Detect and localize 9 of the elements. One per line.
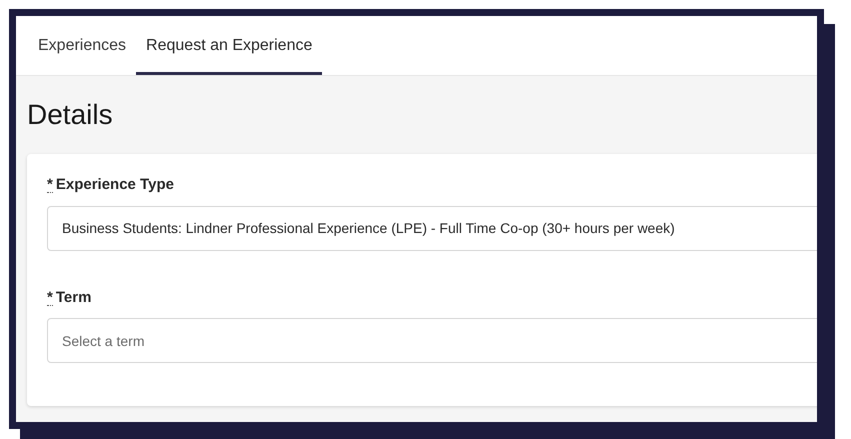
select-field[interactable]: Business Students: Lindner Professional Experience (LPE) - Full Time Co-op (30+ hours per week) (47, 206, 817, 250)
field-label: Experience Type (56, 175, 174, 195)
required-mark: * (47, 290, 53, 306)
field-label: Term (56, 288, 92, 308)
required-mark: * (47, 178, 53, 193)
tab[interactable]: Experiences (28, 16, 136, 75)
tab[interactable]: Request an Experience (136, 16, 322, 75)
page-heading: Details (27, 98, 113, 132)
select-field[interactable]: Select a term (47, 318, 817, 363)
